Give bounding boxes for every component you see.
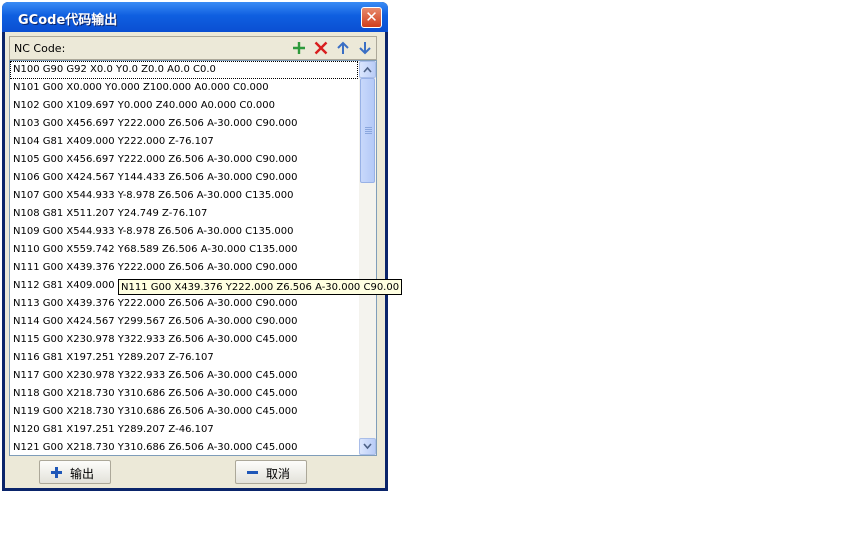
nc-code-label: NC Code: xyxy=(14,42,66,55)
move-up-icon[interactable] xyxy=(335,40,351,56)
code-line[interactable]: N100 G90 G92 X0.0 Y0.0 Z0.0 A0.0 C0.0 xyxy=(10,61,358,79)
scrollbar-thumb[interactable] xyxy=(360,78,375,183)
code-line[interactable]: N120 G81 X197.251 Y289.207 Z-46.107 xyxy=(10,421,358,439)
code-line-tooltip: N111 G00 X439.376 Y222.000 Z6.506 A-30.0… xyxy=(118,279,403,295)
code-line[interactable]: N108 G81 X511.207 Y24.749 Z-76.107 xyxy=(10,205,358,223)
code-line[interactable]: N110 G00 X559.742 Y68.589 Z6.506 A-30.00… xyxy=(10,241,358,259)
code-line[interactable]: N104 G81 X409.000 Y222.000 Z-76.107 xyxy=(10,133,358,151)
code-line[interactable]: N121 G00 X218.730 Y310.686 Z6.506 A-30.0… xyxy=(10,439,358,455)
code-line[interactable]: N102 G00 X109.697 Y0.000 Z40.000 A0.000 … xyxy=(10,97,358,115)
code-line[interactable]: N118 G00 X218.730 Y310.686 Z6.506 A-30.0… xyxy=(10,385,358,403)
window-title: GCode代码输出 xyxy=(18,13,118,28)
delete-icon[interactable] xyxy=(313,40,329,56)
scroll-up-button[interactable] xyxy=(359,61,376,78)
code-line[interactable]: N117 G00 X230.978 Y322.933 Z6.506 A-30.0… xyxy=(10,367,358,385)
code-line[interactable]: N105 G00 X456.697 Y222.000 Z6.506 A-30.0… xyxy=(10,151,358,169)
output-button-label: 输出 xyxy=(70,467,95,481)
code-line[interactable]: N115 G00 X230.978 Y322.933 Z6.506 A-30.0… xyxy=(10,331,358,349)
code-line[interactable]: N101 G00 X0.000 Y0.000 Z100.000 A0.000 C… xyxy=(10,79,358,97)
move-down-icon[interactable] xyxy=(357,40,373,56)
close-button[interactable]: ✕ xyxy=(361,7,382,28)
code-line[interactable]: N119 G00 X218.730 Y310.686 Z6.506 A-30.0… xyxy=(10,403,358,421)
vertical-scrollbar[interactable] xyxy=(359,61,376,455)
button-bar: 输出 取消 xyxy=(9,460,377,486)
chevron-down-icon xyxy=(363,443,372,450)
cancel-button-label: 取消 xyxy=(266,467,291,481)
code-line[interactable]: N114 G00 X424.567 Y299.567 Z6.506 A-30.0… xyxy=(10,313,358,331)
code-line[interactable]: N107 G00 X544.933 Y-8.978 Z6.506 A-30.00… xyxy=(10,187,358,205)
close-icon: ✕ xyxy=(365,8,378,26)
add-icon[interactable] xyxy=(291,40,307,56)
code-line[interactable]: N106 G00 X424.567 Y144.433 Z6.506 A-30.0… xyxy=(10,169,358,187)
output-button[interactable]: 输出 xyxy=(39,460,111,484)
minus-icon xyxy=(247,471,258,474)
code-line[interactable]: N109 G00 X544.933 Y-8.978 Z6.506 A-30.00… xyxy=(10,223,358,241)
scroll-down-button[interactable] xyxy=(359,438,376,455)
cancel-button[interactable]: 取消 xyxy=(235,460,307,484)
plus-icon xyxy=(51,467,62,478)
gcode-output-window: GCode代码输出 ✕ NC Code: N100 G90 G92 X0.0 Y… xyxy=(2,2,388,491)
code-lines-container: N100 G90 G92 X0.0 Y0.0 Z0.0 A0.0 C0.0 N1… xyxy=(10,61,358,455)
code-line[interactable]: N113 G00 X439.376 Y222.000 Z6.506 A-30.0… xyxy=(10,295,358,313)
code-line[interactable]: N116 G81 X197.251 Y289.207 Z-76.107 xyxy=(10,349,358,367)
code-line[interactable]: N111 G00 X439.376 Y222.000 Z6.506 A-30.0… xyxy=(10,259,358,277)
dialog-body: NC Code: N100 G90 G92 X0.0 Y0.0 Z0.0 A0.… xyxy=(5,32,385,488)
title-bar[interactable]: GCode代码输出 ✕ xyxy=(2,2,388,32)
chevron-up-icon xyxy=(363,66,372,73)
nc-code-list[interactable]: N100 G90 G92 X0.0 Y0.0 Z0.0 A0.0 C0.0 N1… xyxy=(9,60,377,456)
nc-code-header: NC Code: xyxy=(9,36,377,60)
code-line[interactable]: N103 G00 X456.697 Y222.000 Z6.506 A-30.0… xyxy=(10,115,358,133)
